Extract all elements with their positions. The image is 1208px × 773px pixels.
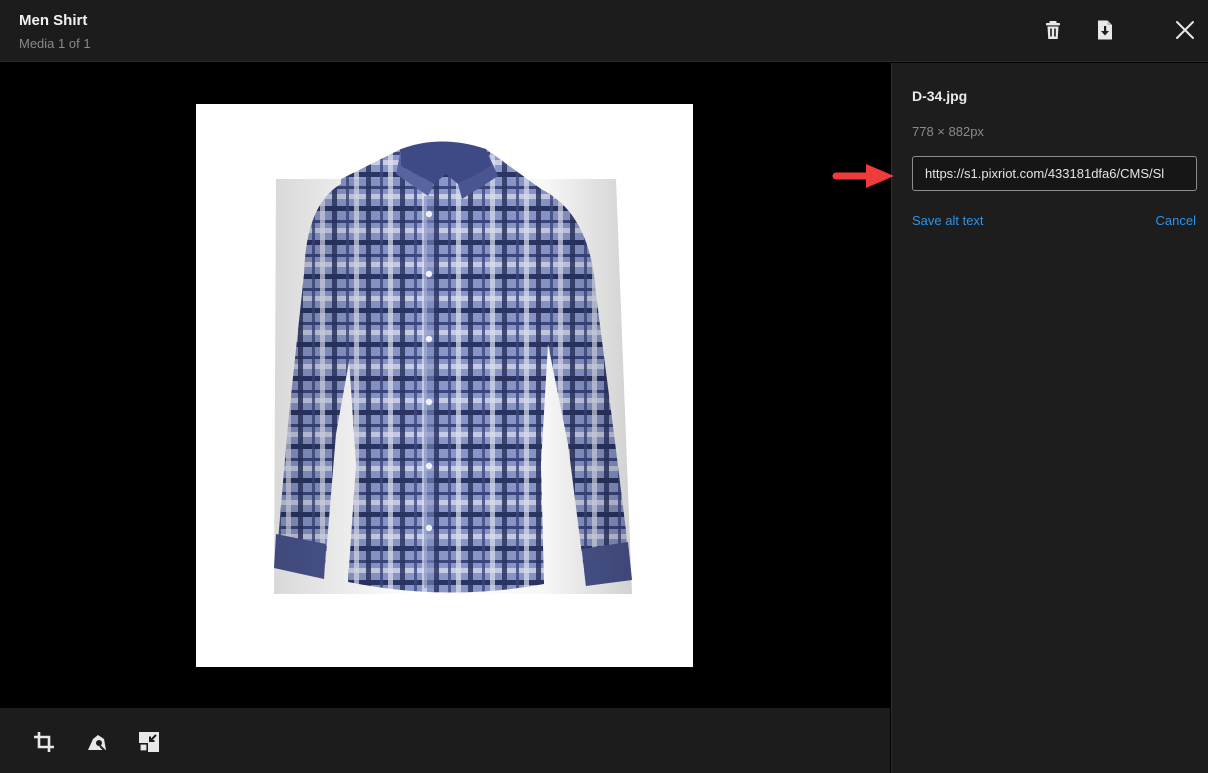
file-name: D-34.jpg [912, 88, 968, 104]
media-toolbar [0, 708, 890, 773]
resize-icon[interactable] [137, 730, 161, 754]
crop-icon[interactable] [32, 730, 56, 754]
top-bar: Men Shirt Media 1 of 1 [0, 0, 1208, 62]
media-image [196, 104, 693, 667]
details-panel: D-34.jpg 778 × 882px Save alt text Cance… [891, 63, 1208, 773]
download-icon[interactable] [1093, 18, 1117, 42]
annotation-arrow-icon [832, 161, 896, 191]
focal-point-icon[interactable] [85, 730, 109, 754]
save-alt-text-button[interactable]: Save alt text [912, 213, 984, 228]
media-title: Men Shirt [19, 12, 88, 29]
close-icon[interactable] [1173, 18, 1197, 42]
image-dimensions: 778 × 882px [912, 124, 984, 139]
alt-text-input[interactable] [912, 156, 1197, 191]
cancel-button[interactable]: Cancel [1156, 213, 1196, 228]
trash-icon[interactable] [1041, 18, 1065, 42]
media-stage [0, 63, 890, 708]
media-counter: Media 1 of 1 [19, 36, 91, 51]
